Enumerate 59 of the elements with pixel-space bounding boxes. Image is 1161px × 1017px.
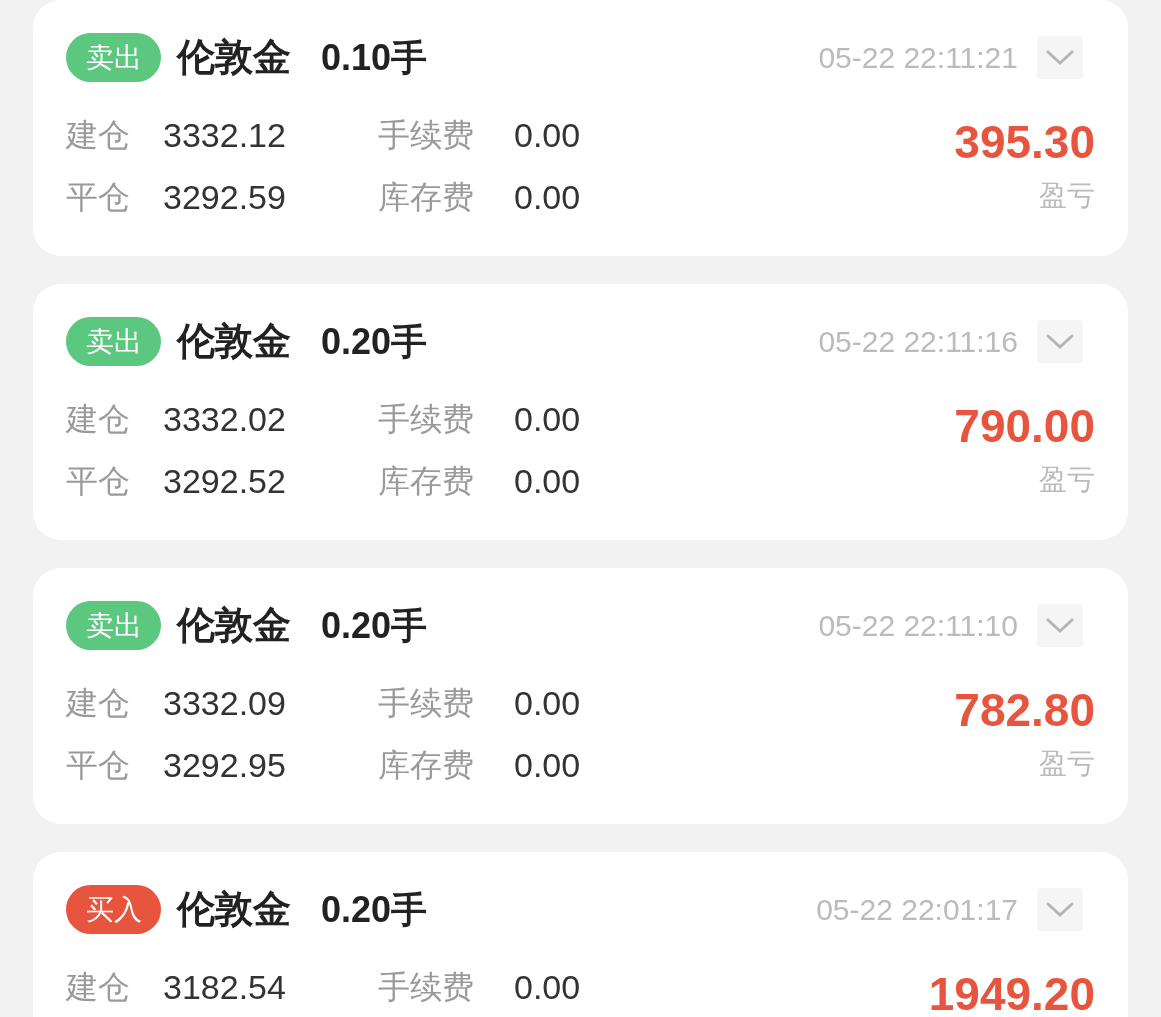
detail-label: 建仓 <box>66 684 131 723</box>
lot-size: 0.20手 <box>321 603 428 648</box>
detail-label: 手续费 <box>378 116 475 155</box>
profit-value: 395.30 <box>954 115 1095 170</box>
detail-label: 库存费 <box>378 746 475 785</box>
profit-label: 盈亏 <box>1039 179 1095 213</box>
expand-button[interactable] <box>1037 888 1083 931</box>
profit-label: 盈亏 <box>1039 463 1095 497</box>
detail-value: 0.00 <box>514 176 581 218</box>
detail-label: 平仓 <box>66 462 131 501</box>
profit-label: 盈亏 <box>1039 747 1095 781</box>
detail-value: 0.00 <box>514 460 581 502</box>
detail-value: 3292.52 <box>163 460 287 502</box>
side-badge: 卖出 <box>66 33 161 82</box>
detail-label: 平仓 <box>66 178 131 217</box>
profit-value: 782.80 <box>954 683 1095 738</box>
symbol-name: 伦敦金 <box>177 35 291 80</box>
symbol-name: 伦敦金 <box>177 319 291 364</box>
detail-label: 库存费 <box>378 462 475 501</box>
detail-value: 3332.02 <box>163 398 287 440</box>
detail-value: 3292.95 <box>163 744 287 786</box>
chevron-down-icon <box>1046 617 1074 634</box>
detail-label: 建仓 <box>66 400 131 439</box>
detail-label: 建仓 <box>66 116 131 155</box>
detail-label: 建仓 <box>66 968 131 1007</box>
lot-size: 0.20手 <box>321 319 428 364</box>
detail-value: 3182.54 <box>163 966 287 1008</box>
trade-time: 05-22 22:11:21 <box>818 40 1018 76</box>
chevron-down-icon <box>1046 49 1074 66</box>
detail-value: 0.00 <box>514 398 581 440</box>
detail-label: 平仓 <box>66 746 131 785</box>
trade-time: 05-22 22:11:10 <box>818 608 1018 644</box>
expand-button[interactable] <box>1037 36 1083 79</box>
lot-size: 0.10手 <box>321 35 428 80</box>
trade-time: 05-22 22:01:17 <box>816 892 1018 928</box>
detail-value: 0.00 <box>514 682 581 724</box>
detail-label: 手续费 <box>378 968 475 1007</box>
chevron-down-icon <box>1046 901 1074 918</box>
chevron-down-icon <box>1046 333 1074 350</box>
symbol-name: 伦敦金 <box>177 887 291 932</box>
detail-label: 手续费 <box>378 400 475 439</box>
lot-size: 0.20手 <box>321 887 428 932</box>
detail-label: 库存费 <box>378 178 475 217</box>
profit-value: 1949.20 <box>928 967 1095 1017</box>
expand-button[interactable] <box>1037 604 1083 647</box>
detail-value: 0.00 <box>514 744 581 786</box>
detail-label: 手续费 <box>378 684 475 723</box>
side-badge: 买入 <box>66 885 161 934</box>
profit-value: 790.00 <box>954 399 1095 454</box>
side-badge: 卖出 <box>66 601 161 650</box>
detail-value: 3332.12 <box>163 114 287 156</box>
detail-value: 3332.09 <box>163 682 287 724</box>
detail-value: 0.00 <box>514 966 581 1008</box>
symbol-name: 伦敦金 <box>177 603 291 648</box>
expand-button[interactable] <box>1037 320 1083 363</box>
detail-value: 3292.59 <box>163 176 287 218</box>
side-badge: 卖出 <box>66 317 161 366</box>
detail-value: 0.00 <box>514 114 581 156</box>
trade-time: 05-22 22:11:16 <box>818 324 1018 360</box>
